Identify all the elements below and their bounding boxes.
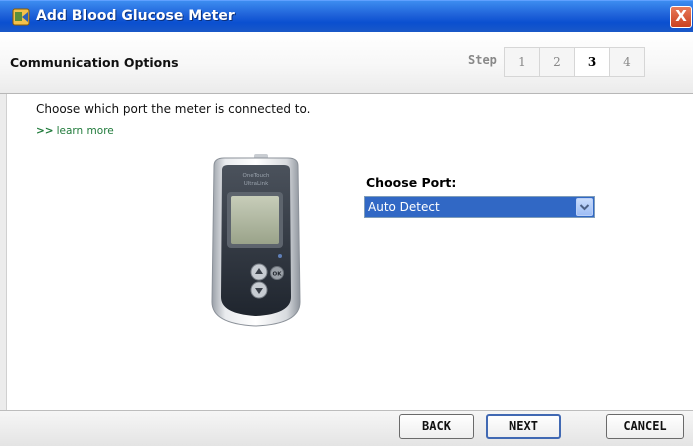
device-brand: OneTouch xyxy=(243,173,270,179)
port-select[interactable]: Auto Detect xyxy=(364,196,595,218)
instruction-text: Choose which port the meter is connected… xyxy=(36,102,311,116)
ok-key-label: OK xyxy=(273,272,283,278)
window-title: Add Blood Glucose Meter xyxy=(36,8,235,24)
left-edge xyxy=(0,94,7,410)
step-1: 1 xyxy=(504,47,540,77)
footer-bar: BACK NEXT CANCEL xyxy=(0,410,693,446)
step-indicator: 1 2 3 4 xyxy=(504,47,645,77)
title-bar[interactable]: Add Blood Glucose Meter X xyxy=(0,0,693,32)
port-select-value: Auto Detect xyxy=(368,200,440,214)
chevron-down-icon xyxy=(579,204,590,211)
step-3-current: 3 xyxy=(574,47,610,77)
learn-more-link[interactable]: >> learn more xyxy=(36,125,114,137)
next-button[interactable]: NEXT xyxy=(486,414,561,439)
step-2: 2 xyxy=(539,47,575,77)
close-icon: X xyxy=(675,7,687,25)
step-label: Step xyxy=(468,53,497,67)
learn-more-label: learn more xyxy=(56,125,114,137)
wizard-header: Communication Options Step 1 2 3 4 xyxy=(0,32,693,94)
step-4: 4 xyxy=(609,47,645,77)
page-title: Communication Options xyxy=(10,55,179,70)
close-button[interactable]: X xyxy=(670,6,692,28)
glucose-meter-image: OneTouch UltraLink OK xyxy=(196,152,316,332)
back-button[interactable]: BACK xyxy=(399,414,474,439)
device-model: UltraLink xyxy=(244,181,269,187)
choose-port-label: Choose Port: xyxy=(366,175,457,190)
double-chevron-icon: >> xyxy=(36,125,54,137)
dropdown-arrow-button[interactable] xyxy=(576,198,593,216)
add-meter-dialog: Add Blood Glucose Meter X Communication … xyxy=(0,0,693,446)
cancel-button[interactable]: CANCEL xyxy=(606,414,684,439)
app-icon xyxy=(12,8,30,26)
